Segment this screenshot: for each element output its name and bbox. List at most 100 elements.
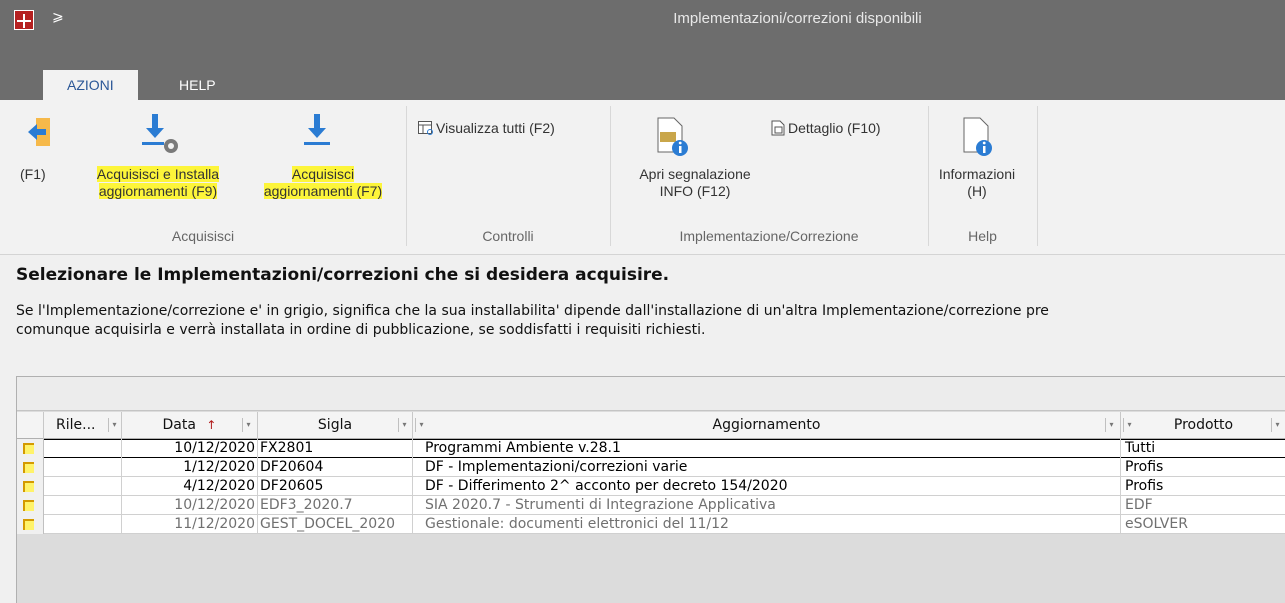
cell-aggiornamento: DF - Implementazioni/correzioni varie [413,458,1121,477]
ribbon-tabs: AZIONI HELP [0,58,1285,100]
grid-rows: 10/12/2020 FX2801 Programmi Ambiente v.2… [17,439,1285,534]
row-select-cell[interactable] [17,477,44,496]
filter-dropdown-icon[interactable]: ▾ [398,418,410,432]
cell-aggiornamento: DF - Differimento 2^ acconto per decreto… [413,477,1121,496]
grid-group-panel[interactable] [17,377,1285,411]
tab-help[interactable]: HELP [155,70,240,100]
row-checkbox[interactable] [23,481,34,492]
cell-data: 1/12/2020 [122,458,258,477]
column-header-aggiornamento[interactable]: ▾ Aggiornamento ▾ [413,412,1121,439]
row-select-cell[interactable] [17,439,44,458]
group-separator [610,106,611,246]
cell-data: 10/12/2020 [122,496,258,515]
filter-dropdown-icon[interactable]: ▾ [1105,418,1117,432]
cell-data: 10/12/2020 [122,439,258,458]
app-window: ⩾ Implementazioni/correzioni disponibili… [0,0,1285,603]
cell-rile [44,496,122,515]
cell-aggiornamento: SIA 2020.7 - Strumenti di Integrazione A… [413,496,1121,515]
column-header-prodotto[interactable]: ▾ Prodotto ▾ [1121,412,1285,439]
tab-azioni[interactable]: AZIONI [43,70,138,100]
page-heading: Selezionare le Implementazioni/correzion… [16,265,670,285]
cell-sigla: DF20604 [258,458,413,477]
group-label-acquisisci: Acquisisci [171,228,235,244]
cell-prodotto: Profis [1125,478,1164,494]
group-separator [928,106,929,246]
detail-icon [771,120,785,136]
description: Se l'Implementazione/correzione e' in gr… [16,302,1285,340]
updates-grid: Rile... ▾ Data ↑ ▾ Sigla ▾ ▾ Aggiornamen… [16,376,1285,603]
cell-rile [44,477,122,496]
header-select[interactable] [17,412,44,439]
cell-prodotto: Profis [1125,459,1164,475]
table-row[interactable]: 4/12/2020 DF20605 DF - Differimento 2^ a… [17,477,1285,496]
open-report-line1: Apri segnalazione [639,166,751,182]
info-line2: (H) [967,183,987,199]
cell-sigla: FX2801 [258,439,413,458]
column-aggiornamento-label: Aggiornamento [712,417,821,433]
download-gear-icon [142,114,178,153]
filter-dropdown-icon[interactable]: ▾ [415,418,427,432]
column-data-label: Data [162,417,196,433]
detail-label: Dettaglio (F10) [788,120,881,136]
column-header-rile[interactable]: Rile... ▾ [44,412,122,439]
open-report-line2: INFO (F12) [659,183,731,199]
description-line1: Se l'Implementazione/correzione e' in gr… [16,303,1049,319]
document-info-icon [657,117,688,156]
column-header-sigla[interactable]: Sigla ▾ [258,412,413,439]
filter-dropdown-icon[interactable]: ▾ [1271,418,1283,432]
row-checkbox[interactable] [23,443,34,454]
grid-header: Rile... ▾ Data ↑ ▾ Sigla ▾ ▾ Aggiornamen… [17,412,1285,439]
filter-dropdown-icon[interactable]: ▾ [1123,418,1135,432]
download-icon [304,114,330,145]
info-document-icon [963,117,992,156]
table-row[interactable]: 10/12/2020 EDF3_2020.7 SIA 2020.7 - Stru… [17,496,1285,515]
column-header-data[interactable]: Data ↑ ▾ [122,412,258,439]
acquire-line2: aggiornamenti (F7) [263,183,383,199]
cell-sigla: EDF3_2020.7 [258,496,413,515]
group-label-help: Help [968,228,997,244]
back-f1-label: (F1) [20,166,46,182]
row-checkbox[interactable] [23,519,34,530]
ribbon-panel: (F1) Acquisisci e Installa aggiornamenti… [0,100,1285,255]
row-select-cell[interactable] [17,496,44,515]
cell-prodotto: EDF [1125,497,1153,513]
cell-prodotto: Tutti [1125,440,1156,456]
cell-aggiornamento: Gestionale: documenti elettronici del 11… [413,515,1121,534]
filter-dropdown-icon[interactable]: ▾ [108,418,120,432]
cell-data: 11/12/2020 [122,515,258,534]
info-line1: Informazioni [938,166,1016,182]
sort-ascending-icon: ↑ [206,418,217,432]
cell-rile [44,515,122,534]
column-rile-label: Rile... [56,417,96,433]
group-label-controlli: Controlli [482,228,534,244]
open-report-label: Apri segnalazione INFO (F12) [615,166,775,200]
cell-aggiornamento: Programmi Ambiente v.28.1 [413,439,1121,458]
acquire-install-line1: Acquisisci e Installa [96,166,220,182]
acquire-install-line2: aggiornamenti (F9) [98,183,218,199]
cell-rile [44,439,122,458]
grid-view-icon [418,121,433,135]
acquire-label: Acquisisci aggiornamenti (F7) [240,166,406,200]
cell-sigla: GEST_DOCEL_2020 [258,515,413,534]
cell-rile [44,458,122,477]
back-arrow-icon [28,118,50,146]
acquire-install-label: Acquisisci e Installa aggiornamenti (F9) [78,166,238,200]
column-prodotto-label: Prodotto [1173,417,1234,433]
column-sigla-label: Sigla [317,417,353,433]
table-row[interactable]: 10/12/2020 FX2801 Programmi Ambiente v.2… [17,439,1285,458]
title-bar: ⩾ Implementazioni/correzioni disponibili [0,0,1285,58]
filter-dropdown-icon[interactable]: ▾ [242,418,254,432]
description-line2: comunque acquisirla e verrà installata i… [16,322,706,338]
row-select-cell[interactable] [17,458,44,477]
info-label: Informazioni (H) [934,166,1020,200]
group-separator [406,106,407,246]
table-row[interactable]: 1/12/2020 DF20604 DF - Implementazioni/c… [17,458,1285,477]
row-checkbox[interactable] [23,500,34,511]
table-row[interactable]: 11/12/2020 GEST_DOCEL_2020 Gestionale: d… [17,515,1285,534]
acquire-line1: Acquisisci [291,166,355,182]
row-select-cell[interactable] [17,515,44,534]
cell-prodotto: eSOLVER [1125,516,1188,532]
show-all-label: Visualizza tutti (F2) [436,120,555,136]
row-checkbox[interactable] [23,462,34,473]
cell-data: 4/12/2020 [122,477,258,496]
